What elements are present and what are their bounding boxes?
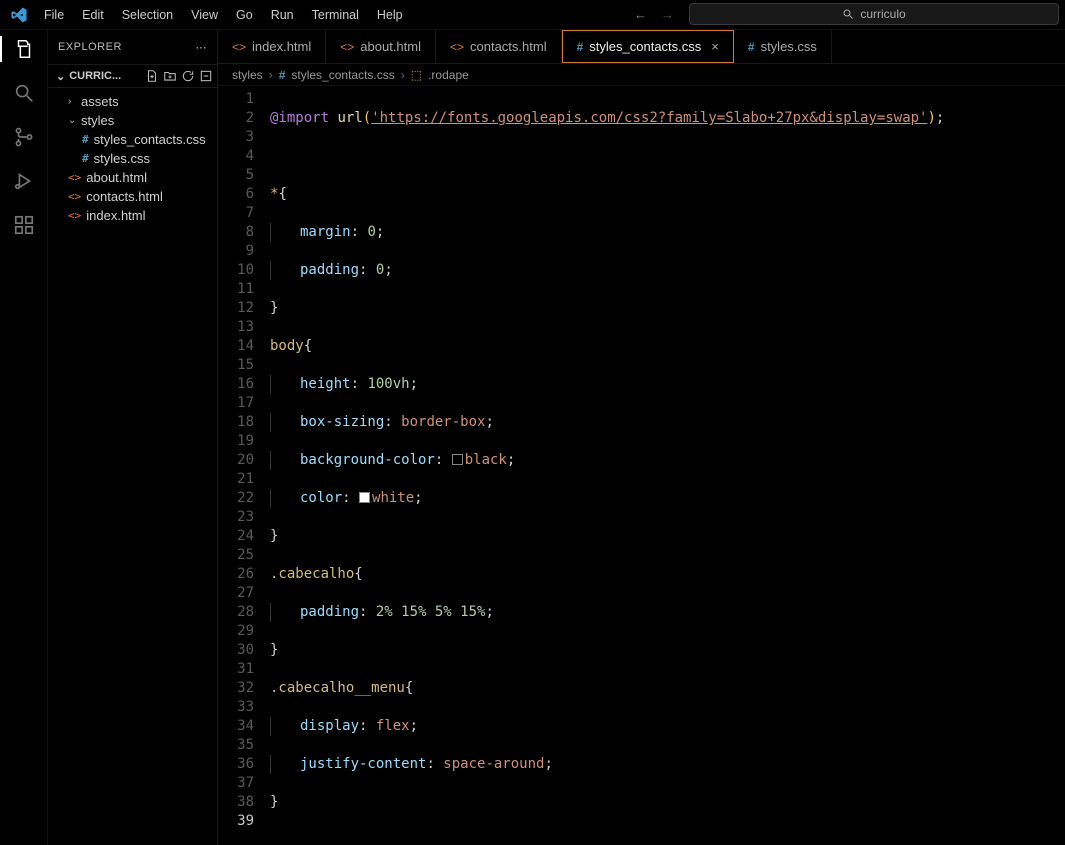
vscode-logo-icon [10, 6, 28, 24]
color-swatch-icon [452, 454, 463, 465]
tab-label: contacts.html [470, 39, 547, 54]
tab-contacts-html[interactable]: <> contacts.html [436, 30, 562, 63]
explorer-title: EXPLORER [58, 41, 122, 53]
css-file-icon: # [748, 40, 755, 54]
tab-about-html[interactable]: <> about.html [326, 30, 436, 63]
tree-label: index.html [86, 208, 145, 223]
tab-label: styles_contacts.css [589, 39, 701, 54]
collapse-icon[interactable] [199, 69, 213, 83]
tree-file[interactable]: <> about.html [48, 168, 217, 187]
run-debug-icon[interactable] [11, 168, 37, 194]
tab-styles-css[interactable]: # styles.css [734, 30, 832, 63]
source-control-icon[interactable] [11, 124, 37, 150]
tree-folder[interactable]: › assets [48, 92, 217, 111]
breadcrumb-segment[interactable]: styles [232, 68, 263, 82]
css-file-icon: # [82, 152, 89, 165]
menu-terminal[interactable]: Terminal [304, 4, 367, 26]
css-value: 2% 15% 5% 15% [376, 604, 486, 620]
search-text: curriculo [860, 7, 905, 21]
code-content[interactable]: @import url('https://fonts.googleapis.co… [266, 86, 1065, 845]
tree-folder[interactable]: ⌄ styles [48, 111, 217, 130]
tab-index-html[interactable]: <> index.html [218, 30, 326, 63]
chevron-right-icon: › [68, 96, 76, 107]
nav-arrows: ← → [630, 5, 678, 24]
tree-file[interactable]: # styles_contacts.css [48, 130, 217, 149]
file-tree: › assets ⌄ styles # styles_contacts.css # st… [48, 88, 217, 229]
breadcrumb-segment[interactable]: styles_contacts.css [291, 68, 394, 82]
chevron-down-icon: ⌄ [56, 70, 65, 83]
line-gutter: 1234567891011121314151617181920212223242… [218, 86, 266, 845]
new-folder-icon[interactable] [163, 69, 177, 83]
color-swatch-icon [359, 492, 370, 503]
code-editor[interactable]: 1234567891011121314151617181920212223242… [218, 86, 1065, 845]
search-icon [842, 8, 854, 20]
tab-styles-contacts-css[interactable]: # styles_contacts.css × [562, 30, 734, 63]
menu-run[interactable]: Run [263, 4, 302, 26]
project-name: CURRIC... [69, 70, 141, 82]
tree-file[interactable]: # styles.css [48, 149, 217, 168]
explorer-panel: EXPLORER ⋯ ⌄ CURRIC... › assets ⌄ styles #… [48, 30, 218, 845]
html-file-icon: <> [340, 40, 354, 54]
tree-label: assets [81, 94, 119, 109]
menu-selection[interactable]: Selection [114, 4, 181, 26]
tree-label: about.html [86, 170, 147, 185]
html-file-icon: <> [68, 171, 81, 184]
menu-edit[interactable]: Edit [74, 4, 112, 26]
import-url: 'https://fonts.googleapis.com/css2?famil… [371, 110, 927, 126]
command-center-search[interactable]: curriculo [689, 3, 1059, 25]
extensions-icon[interactable] [11, 212, 37, 238]
tab-label: index.html [252, 39, 311, 54]
tree-label: styles [81, 113, 114, 128]
activity-bar [0, 30, 48, 845]
menu-view[interactable]: View [183, 4, 226, 26]
chevron-down-icon: ⌄ [68, 115, 76, 126]
css-file-icon: # [82, 133, 89, 146]
refresh-icon[interactable] [181, 69, 195, 83]
menu-help[interactable]: Help [369, 4, 411, 26]
explorer-more-icon[interactable]: ⋯ [196, 41, 208, 54]
tree-file[interactable]: <> index.html [48, 206, 217, 225]
tree-file[interactable]: <> contacts.html [48, 187, 217, 206]
tab-label: styles.css [761, 39, 817, 54]
css-file-icon: # [577, 40, 584, 54]
explorer-icon[interactable] [11, 36, 37, 62]
html-file-icon: <> [68, 190, 81, 203]
css-file-icon: # [279, 68, 286, 82]
nav-back-icon[interactable]: ← [630, 5, 651, 24]
breadcrumb-segment[interactable]: .rodape [428, 68, 469, 82]
editor-tabs: <> index.html <> about.html <> contacts.htm… [218, 30, 1065, 64]
new-file-icon[interactable] [145, 69, 159, 83]
breadcrumb[interactable]: styles› # styles_contacts.css› ⬚ .rodape [218, 64, 1065, 86]
search-activity-icon[interactable] [11, 80, 37, 106]
menu-go[interactable]: Go [228, 4, 261, 26]
html-file-icon: <> [68, 209, 81, 222]
tab-label: about.html [360, 39, 421, 54]
menu-file[interactable]: File [36, 4, 72, 26]
menubar: File Edit Selection View Go Run Terminal… [0, 0, 1065, 30]
editor-area: <> index.html <> about.html <> contacts.htm… [218, 30, 1065, 845]
tree-label: styles_contacts.css [94, 132, 206, 147]
tab-close-icon[interactable]: × [711, 39, 719, 54]
project-header[interactable]: ⌄ CURRIC... [48, 64, 217, 88]
symbol-icon: ⬚ [411, 68, 422, 82]
nav-forward-icon[interactable]: → [657, 5, 678, 24]
html-file-icon: <> [232, 40, 246, 54]
tree-label: contacts.html [86, 189, 163, 204]
html-file-icon: <> [450, 40, 464, 54]
tree-label: styles.css [94, 151, 150, 166]
